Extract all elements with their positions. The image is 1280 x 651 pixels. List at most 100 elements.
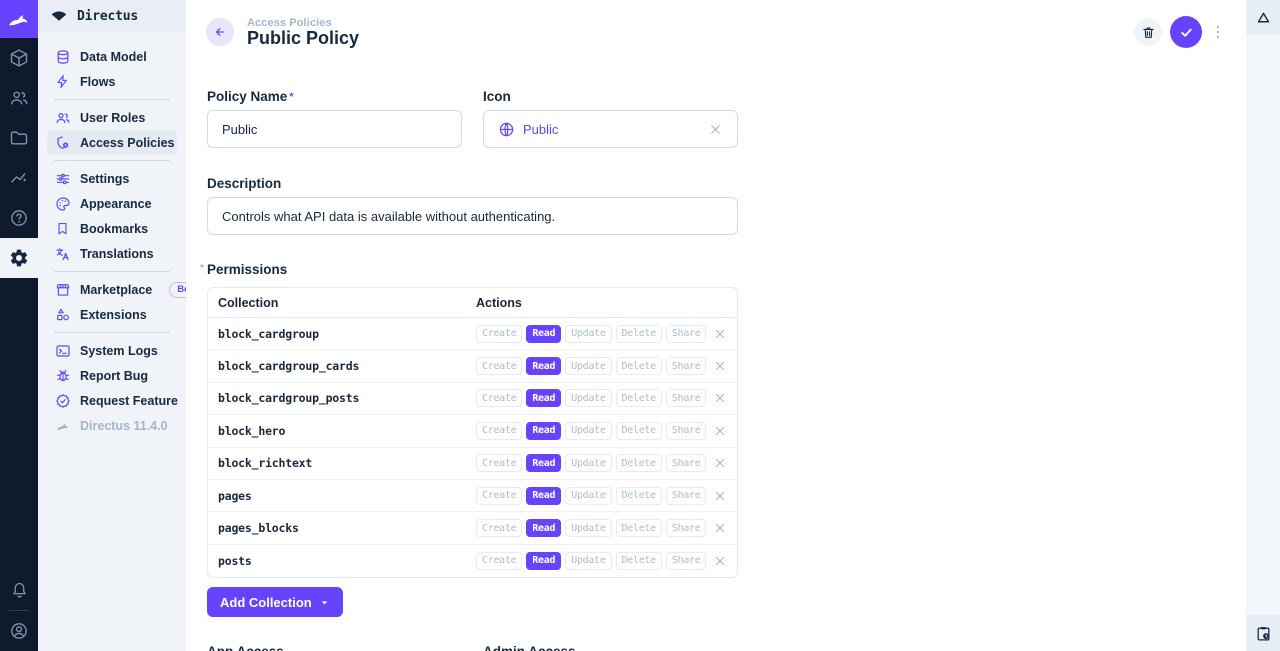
sidebar-item-user-roles[interactable]: User Roles bbox=[38, 105, 186, 130]
sidebar-item-request-feature[interactable]: Request Feature bbox=[38, 388, 186, 413]
chip-delete[interactable]: Delete bbox=[616, 325, 662, 343]
table-row: block_cardgroup_posts CreateReadUpdateDe… bbox=[208, 383, 737, 415]
sidebar-item-report-bug[interactable]: Report Bug bbox=[38, 363, 186, 388]
icon-select[interactable]: Public bbox=[483, 110, 738, 148]
chip-read[interactable]: Read bbox=[526, 357, 561, 375]
policy-name-label: Policy Name* bbox=[207, 90, 462, 104]
chip-share[interactable]: Share bbox=[666, 552, 707, 570]
chip-delete[interactable]: Delete bbox=[616, 422, 662, 440]
account-icon bbox=[9, 621, 29, 641]
chip-delete[interactable]: Delete bbox=[616, 552, 662, 570]
chip-share[interactable]: Share bbox=[666, 422, 707, 440]
chip-read[interactable]: Read bbox=[526, 552, 561, 570]
chip-share[interactable]: Share bbox=[666, 389, 707, 407]
collection-name: pages_blocks bbox=[218, 521, 476, 535]
sidebar-item-translations[interactable]: Translations bbox=[38, 241, 186, 266]
revisions-button[interactable] bbox=[1246, 615, 1280, 651]
delete-button[interactable] bbox=[1134, 18, 1162, 46]
chip-update[interactable]: Update bbox=[565, 422, 611, 440]
module-bar bbox=[0, 0, 38, 651]
chip-create[interactable]: Create bbox=[476, 519, 522, 537]
globe-icon bbox=[498, 121, 515, 138]
collection-name: pages bbox=[218, 489, 476, 503]
sidebar-item-marketplace[interactable]: Marketplace Beta bbox=[38, 277, 186, 302]
action-chips: CreateReadUpdate DeleteShare bbox=[476, 487, 706, 505]
rabbit-small-icon bbox=[54, 417, 71, 434]
chip-share[interactable]: Share bbox=[666, 325, 707, 343]
chip-read[interactable]: Read bbox=[526, 389, 561, 407]
remove-row-icon[interactable] bbox=[713, 391, 727, 405]
remove-row-icon[interactable] bbox=[713, 521, 727, 535]
chip-create[interactable]: Create bbox=[476, 487, 522, 505]
module-insights[interactable] bbox=[0, 158, 38, 198]
module-files[interactable] bbox=[0, 118, 38, 158]
chip-update[interactable]: Update bbox=[565, 519, 611, 537]
chip-delete[interactable]: Delete bbox=[616, 357, 662, 375]
chip-update[interactable]: Update bbox=[565, 454, 611, 472]
remove-row-icon[interactable] bbox=[713, 359, 727, 373]
sidebar-item-label: User Roles bbox=[80, 111, 145, 125]
remove-row-icon[interactable] bbox=[713, 554, 727, 568]
module-content[interactable] bbox=[0, 38, 38, 78]
chip-update[interactable]: Update bbox=[565, 552, 611, 570]
chip-share[interactable]: Share bbox=[666, 487, 707, 505]
project-header[interactable]: Directus bbox=[38, 0, 186, 32]
clear-icon[interactable] bbox=[708, 122, 723, 137]
storefront-icon bbox=[54, 281, 71, 298]
chip-read[interactable]: Read bbox=[526, 487, 561, 505]
save-button[interactable] bbox=[1170, 16, 1202, 48]
policy-name-input[interactable] bbox=[207, 110, 462, 148]
chip-read[interactable]: Read bbox=[526, 454, 561, 472]
chip-create[interactable]: Create bbox=[476, 454, 522, 472]
sidebar-item-system-logs[interactable]: System Logs bbox=[38, 338, 186, 363]
sidebar-item-label: Report Bug bbox=[80, 369, 148, 383]
sidebar-item-extensions[interactable]: Extensions bbox=[38, 302, 186, 327]
sidebar-item-access-policies[interactable]: Access Policies bbox=[47, 130, 177, 155]
chip-delete[interactable]: Delete bbox=[616, 487, 662, 505]
chip-read[interactable]: Read bbox=[526, 519, 561, 537]
module-help[interactable] bbox=[0, 198, 38, 238]
sidebar-accordion-button[interactable] bbox=[1246, 0, 1280, 34]
sidebar-item-bookmarks[interactable]: Bookmarks bbox=[38, 216, 186, 241]
nav-divider bbox=[54, 271, 170, 272]
description-input[interactable] bbox=[207, 197, 738, 235]
back-button[interactable] bbox=[206, 18, 234, 46]
chip-share[interactable]: Share bbox=[666, 357, 707, 375]
directus-logo[interactable] bbox=[0, 0, 38, 38]
chip-read[interactable]: Read bbox=[526, 325, 561, 343]
remove-row-icon[interactable] bbox=[713, 327, 727, 341]
sidebar-item-settings[interactable]: Settings bbox=[38, 166, 186, 191]
notifications-button[interactable] bbox=[0, 570, 38, 610]
chip-delete[interactable]: Delete bbox=[616, 389, 662, 407]
remove-row-icon[interactable] bbox=[713, 489, 727, 503]
chip-create[interactable]: Create bbox=[476, 357, 522, 375]
remove-row-icon[interactable] bbox=[713, 424, 727, 438]
chip-update[interactable]: Update bbox=[565, 487, 611, 505]
chip-share[interactable]: Share bbox=[666, 519, 707, 537]
sidebar-item-appearance[interactable]: Appearance bbox=[38, 191, 186, 216]
chip-update[interactable]: Update bbox=[565, 325, 611, 343]
chip-delete[interactable]: Delete bbox=[616, 454, 662, 472]
chip-create[interactable]: Create bbox=[476, 389, 522, 407]
icon-field: Icon Public bbox=[483, 90, 738, 148]
remove-row-icon[interactable] bbox=[713, 456, 727, 470]
chip-create[interactable]: Create bbox=[476, 325, 522, 343]
add-collection-button[interactable]: Add Collection bbox=[207, 587, 343, 617]
more-options-button[interactable] bbox=[1210, 18, 1226, 46]
sidebar-item-flows[interactable]: Flows bbox=[38, 69, 186, 94]
chip-create[interactable]: Create bbox=[476, 552, 522, 570]
module-settings[interactable] bbox=[0, 238, 38, 278]
sidebar-item-label: Settings bbox=[80, 172, 129, 186]
breadcrumb[interactable]: Access Policies bbox=[247, 17, 359, 29]
chip-delete[interactable]: Delete bbox=[616, 519, 662, 537]
chip-share[interactable]: Share bbox=[666, 454, 707, 472]
sidebar-item-label: System Logs bbox=[80, 344, 158, 358]
account-button[interactable] bbox=[0, 611, 38, 651]
chip-read[interactable]: Read bbox=[526, 422, 561, 440]
chip-update[interactable]: Update bbox=[565, 357, 611, 375]
sidebar-item-data-model[interactable]: Data Model bbox=[38, 44, 186, 69]
chip-create[interactable]: Create bbox=[476, 422, 522, 440]
bookmark-icon bbox=[54, 220, 71, 237]
module-users[interactable] bbox=[0, 78, 38, 118]
chip-update[interactable]: Update bbox=[565, 389, 611, 407]
